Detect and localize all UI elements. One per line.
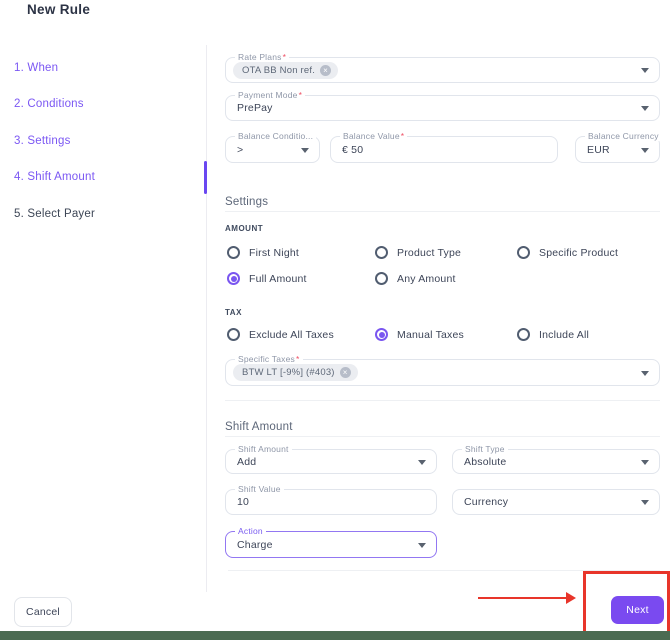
chevron-down-icon	[641, 106, 649, 111]
field-value: 10	[237, 496, 250, 508]
page-title: New Rule	[27, 2, 91, 17]
radio-icon	[517, 328, 530, 341]
required-asterisk: *	[282, 52, 287, 62]
radio-any-amount[interactable]: Any Amount	[375, 272, 456, 285]
balance-condition-select[interactable]: Balance Conditio... >	[225, 131, 320, 163]
required-asterisk: *	[298, 90, 303, 100]
divider	[225, 211, 660, 212]
radio-label: Include All	[539, 328, 590, 341]
payment-mode-select[interactable]: Payment Mode* PrePay	[225, 90, 660, 121]
annotation-arrow	[478, 597, 568, 599]
vertical-divider	[206, 45, 207, 592]
radio-icon	[227, 272, 240, 285]
field-value: Add	[237, 455, 257, 468]
specific-tax-chip: BTW LT [-9%] (#403) ×	[233, 364, 358, 381]
field-label: Payment Mode*	[235, 90, 306, 100]
radio-icon	[375, 246, 388, 259]
shift-amount-select[interactable]: Shift Amount Add	[225, 444, 437, 474]
field-label: Shift Amount	[235, 444, 292, 454]
stepper-item-shift-amount[interactable]: 4. Shift Amount	[14, 171, 95, 183]
chevron-down-icon	[418, 459, 426, 465]
radio-icon	[227, 246, 240, 259]
radio-icon	[227, 328, 240, 341]
field-value: EUR	[587, 143, 610, 156]
radio-label: Product Type	[397, 246, 462, 259]
amount-group-label: AMOUNT	[225, 224, 264, 233]
required-asterisk: *	[400, 131, 405, 141]
field-label: Shift Type	[462, 444, 508, 454]
chevron-down-icon	[641, 370, 649, 376]
field-label: Specific Taxes*	[235, 354, 303, 364]
radio-exclude-all-taxes[interactable]: Exclude All Taxes	[227, 328, 334, 341]
stepper-item-select-payer[interactable]: 5. Select Payer	[14, 208, 95, 220]
active-step-indicator	[204, 161, 207, 194]
radio-label: Specific Product	[539, 246, 619, 259]
field-label: Action	[235, 526, 266, 536]
chip-remove-icon[interactable]: ×	[339, 367, 351, 378]
radio-icon	[517, 246, 530, 259]
radio-product-type[interactable]: Product Type	[375, 246, 461, 259]
balance-currency-select[interactable]: Balance Currency EUR	[575, 131, 662, 163]
radio-label: Full Amount	[249, 272, 307, 285]
annotation-arrow-head-icon	[566, 592, 576, 604]
rate-plans-select[interactable]: Rate Plans* OTA BB Non ref. ×	[225, 52, 660, 83]
shift-type-select[interactable]: Shift Type Absolute	[452, 444, 660, 474]
chevron-down-icon	[641, 459, 649, 465]
settings-heading: Settings	[225, 196, 269, 208]
radio-label: First Night	[249, 246, 300, 259]
bottom-green-bar	[0, 631, 670, 640]
field-label: Balance Value*	[340, 131, 408, 141]
new-rule-dialog: New Rule 1. When 2. Conditions 3. Settin…	[0, 0, 670, 640]
cancel-button[interactable]: Cancel	[14, 597, 72, 627]
currency-select[interactable]: Currency	[452, 489, 660, 515]
field-value: >	[237, 143, 244, 156]
chevron-down-icon	[418, 542, 426, 548]
stepper-item-when[interactable]: 1. When	[14, 62, 58, 74]
radio-full-amount[interactable]: Full Amount	[227, 272, 307, 285]
radio-label: Exclude All Taxes	[249, 328, 334, 341]
action-select[interactable]: Action Charge	[225, 526, 437, 558]
divider	[225, 436, 660, 437]
chevron-down-icon	[301, 147, 309, 153]
field-label: Rate Plans*	[235, 52, 290, 62]
shift-amount-heading: Shift Amount	[225, 421, 293, 433]
radio-icon	[375, 272, 388, 285]
divider	[225, 400, 660, 401]
radio-include-all[interactable]: Include All	[517, 328, 589, 341]
field-value: PrePay	[237, 102, 273, 114]
radio-label: Any Amount	[397, 272, 456, 285]
shift-value-input[interactable]: Shift Value 10	[225, 484, 437, 515]
radio-icon	[375, 328, 388, 341]
field-label: Shift Value	[235, 484, 284, 494]
radio-specific-product[interactable]: Specific Product	[517, 246, 618, 259]
radio-first-night[interactable]: First Night	[227, 246, 299, 259]
tax-group-label: TAX	[225, 308, 242, 317]
radio-manual-taxes[interactable]: Manual Taxes	[375, 328, 464, 341]
chevron-down-icon	[641, 500, 649, 505]
stepper-item-conditions[interactable]: 2. Conditions	[14, 98, 84, 110]
divider	[228, 570, 660, 571]
field-value: Currency	[464, 496, 509, 508]
required-asterisk: *	[295, 354, 300, 364]
rate-plan-chip: OTA BB Non ref. ×	[233, 61, 339, 79]
radio-label: Manual Taxes	[397, 328, 464, 341]
field-label: Balance Conditio...	[235, 131, 317, 141]
chip-remove-icon[interactable]: ×	[320, 64, 332, 76]
chevron-down-icon	[641, 68, 649, 73]
stepper-item-settings[interactable]: 3. Settings	[14, 135, 71, 147]
field-value: Absolute	[464, 455, 507, 468]
specific-taxes-select[interactable]: Specific Taxes* BTW LT [-9%] (#403) ×	[225, 354, 660, 386]
field-value: € 50	[342, 143, 364, 156]
field-value: Charge	[237, 538, 273, 551]
field-label: Balance Currency	[585, 131, 662, 141]
balance-value-input[interactable]: Balance Value* € 50	[330, 131, 558, 163]
chevron-down-icon	[641, 147, 649, 153]
next-button[interactable]: Next	[611, 596, 664, 624]
